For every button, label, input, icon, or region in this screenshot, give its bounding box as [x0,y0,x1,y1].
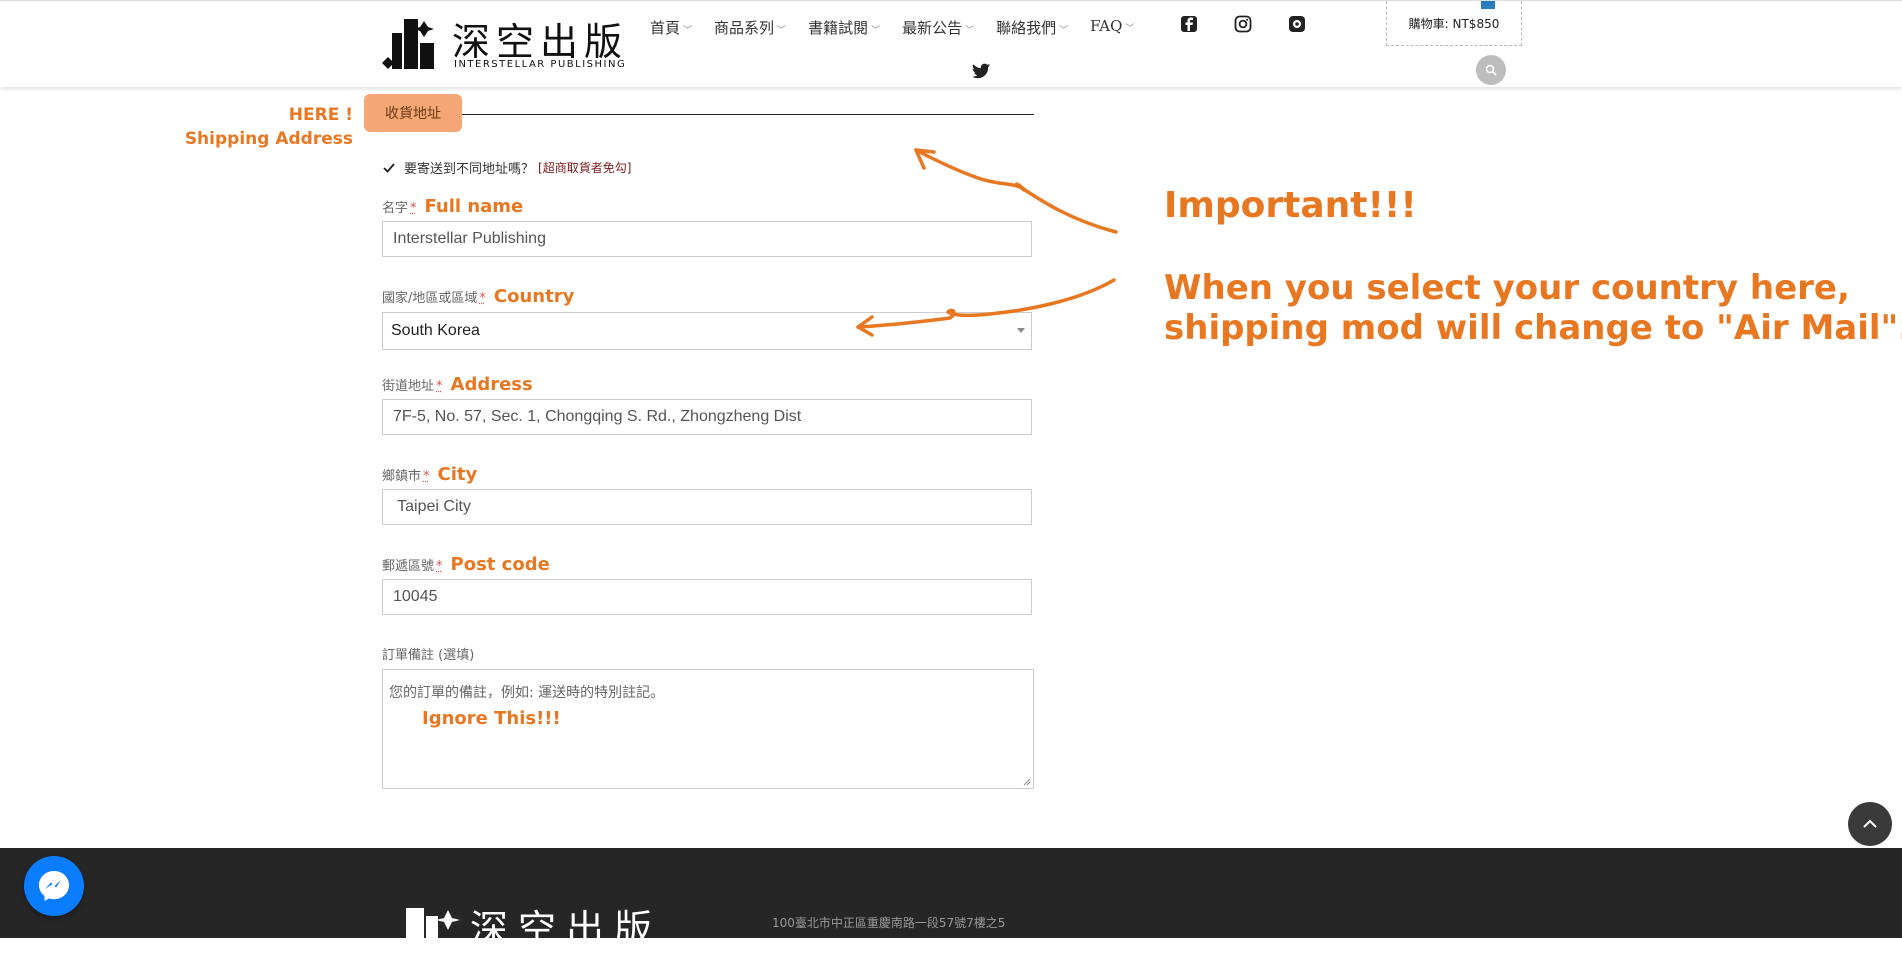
nav-products[interactable]: 商品系列 ﹀ [714,17,786,38]
city-annotation: City [437,464,478,485]
ship-different-label[interactable]: 要寄送到不同地址嗎？ [404,158,534,177]
chevron-down-icon: ﹀ [965,26,975,36]
required-mark: * [436,379,443,394]
chevron-down-icon [1017,328,1025,333]
country-select[interactable]: South Korea [382,312,1032,350]
logo-subtitle: INTERSTELLAR PUBLISHING [454,59,627,70]
ship-different-hint: [超商取貨者免勾] [538,161,632,175]
notes-textarea[interactable]: 您的訂單的備註，例如: 運送時的特別註記。 [382,669,1034,789]
required-mark: * [479,291,486,306]
ignore-annotation: Ignore This!!! [422,708,561,729]
section-title: 收貨地址 [364,94,462,132]
name-input[interactable]: Interstellar Publishing [382,221,1032,257]
search-icon [1485,64,1497,76]
resize-handle-icon[interactable] [1023,778,1031,786]
nav-faq[interactable]: FAQ ﹀ [1090,17,1134,38]
chevron-down-icon: ﹀ [683,26,693,36]
search-button[interactable] [1476,55,1506,85]
plurk-icon[interactable] [1288,15,1306,33]
chevron-down-icon: ﹀ [871,26,881,36]
address-annotation: Address [450,374,533,395]
important-annotation: Important!!! [1164,185,1417,226]
country-label: 國家/地區或區域 * Country [382,286,575,307]
logo-title[interactable]: 深空出版 [452,11,628,66]
postcode-annotation: Post code [450,554,550,575]
footer-address: 100臺北市中正區重慶南路一段57號7樓之5 [772,916,1006,930]
nav-preview[interactable]: 書籍試閱 ﹀ [808,17,880,38]
instagram-icon[interactable] [1234,15,1252,33]
nav-home[interactable]: 首頁 ﹀ [650,17,692,38]
back-to-top-button[interactable] [1848,802,1892,846]
main-nav: 首頁 ﹀ 商品系列 ﹀ 書籍試閱 ﹀ 最新公告 ﹀ 聯絡我們 ﹀ FAQ ﹀ [650,17,1156,38]
required-mark: * [410,201,417,216]
twitter-icon[interactable] [972,63,990,79]
chevron-down-icon: ﹀ [1059,26,1069,36]
postcode-input[interactable]: 10045 [382,579,1032,615]
logo-icon[interactable] [380,19,438,71]
cart-label: 購物車: NT$850 [1408,16,1500,31]
footer-logo-title[interactable]: 深空出版 [470,898,662,953]
name-annotation: Full name [424,196,524,217]
ship-different-checkbox[interactable] [382,161,396,175]
arrow-to-section [914,148,1118,234]
notes-label: 訂單備註 (選填) [382,648,475,663]
section-divider [462,114,1034,115]
footer-logo-icon[interactable] [406,908,460,948]
site-header: 深空出版 INTERSTELLAR PUBLISHING 首頁 ﹀ 商品系列 ﹀ 書… [0,0,1902,87]
name-label: 名字 * Full name [382,196,524,217]
city-input[interactable]: Taipei City [382,489,1032,525]
chevron-down-icon: ﹀ [1125,24,1135,34]
chevron-down-icon: ﹀ [777,26,787,36]
address-input[interactable]: 7F-5, No. 57, Sec. 1, Chongqing S. Rd., … [382,399,1032,435]
messenger-icon [39,871,69,901]
city-label: 鄉鎮市 * City [382,464,478,485]
chevron-up-icon [1863,819,1877,828]
country-note-annotation: When you select your country here, shipp… [1164,268,1902,348]
nav-contact[interactable]: 聯絡我們 ﹀ [996,17,1068,38]
ship-different-row: 要寄送到不同地址嗎？ [超商取貨者免勾] [382,158,631,177]
address-label: 街道地址 * Address [382,374,533,395]
messenger-button[interactable] [24,856,84,916]
country-annotation: Country [493,286,575,307]
cart-button[interactable]: 購物車: NT$850 [1386,1,1522,46]
nav-news[interactable]: 最新公告 ﹀ [902,17,974,38]
required-mark: * [423,469,430,484]
here-annotation: HERE ! Shipping Address [184,105,353,149]
facebook-icon[interactable] [1180,15,1198,33]
required-mark: * [436,559,443,574]
postcode-label: 郵遞區號 * Post code [382,554,550,575]
